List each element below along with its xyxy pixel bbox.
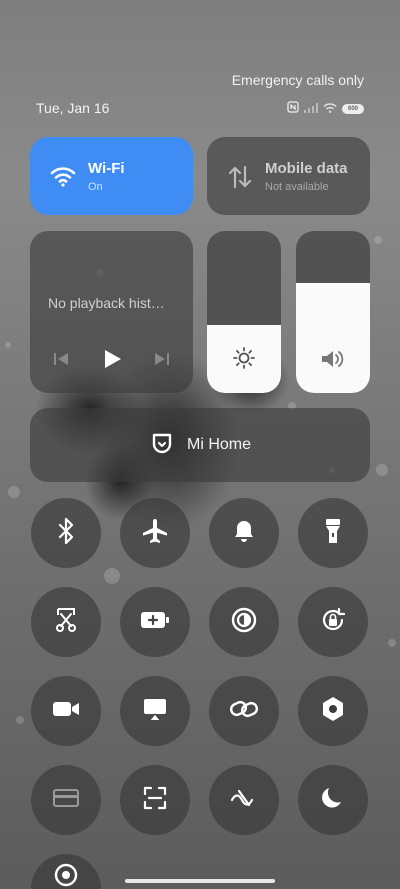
- location-toggle[interactable]: [31, 854, 101, 889]
- data-transfer-icon: [227, 165, 253, 194]
- mi-home-icon: [149, 430, 175, 461]
- wifi-tile[interactable]: Wi-Fi On: [30, 137, 193, 215]
- previous-track-icon[interactable]: [52, 350, 70, 373]
- link-icon: [229, 698, 259, 725]
- location-icon: [52, 861, 80, 889]
- wifi-title: Wi-Fi: [88, 160, 125, 177]
- home-indicator[interactable]: [125, 879, 275, 883]
- speaker-icon: [320, 348, 346, 375]
- cellular-signal-icon: [304, 100, 318, 118]
- battery-saver-icon: [140, 610, 170, 635]
- rotation-lock-icon: [319, 606, 347, 639]
- mobile-data-title: Mobile data: [265, 160, 348, 177]
- media-player-tile[interactable]: No playback hist…: [30, 231, 193, 393]
- flashlight-icon: [322, 517, 344, 550]
- moon-icon: [319, 784, 347, 817]
- status-icons: 600: [287, 100, 364, 118]
- contrast-toggle[interactable]: [209, 587, 279, 657]
- card-icon: [52, 787, 80, 814]
- play-icon[interactable]: [101, 348, 123, 375]
- media-status-text: No playback hist…: [48, 295, 165, 311]
- emergency-calls-text: Emergency calls only: [231, 72, 364, 88]
- mobile-data-status: Not available: [265, 181, 329, 193]
- mi-home-label: Mi Home: [186, 436, 251, 453]
- volume-fill: [296, 282, 370, 393]
- next-track-icon[interactable]: [153, 350, 171, 373]
- wifi-icon: [50, 165, 76, 192]
- card-toggle[interactable]: [31, 765, 101, 835]
- settings-toggle[interactable]: [298, 676, 368, 746]
- wifi-status: On: [88, 181, 103, 193]
- screenshot-toggle[interactable]: [31, 587, 101, 657]
- scissors-screenshot-icon: [53, 606, 79, 639]
- scan-icon: [142, 785, 168, 816]
- nfc-icon: [287, 100, 299, 118]
- bell-icon: [232, 518, 256, 549]
- airplane-mode-toggle[interactable]: [120, 498, 190, 568]
- wifi-signal-icon: [323, 100, 337, 118]
- screen-recorder-toggle[interactable]: [31, 676, 101, 746]
- data-toggle[interactable]: [209, 765, 279, 835]
- no-signal-icon: [229, 787, 259, 814]
- brightness-slider[interactable]: [207, 231, 281, 393]
- mobile-data-tile[interactable]: Mobile data Not available: [207, 137, 370, 215]
- ring-mode-toggle[interactable]: [209, 498, 279, 568]
- dark-mode-toggle[interactable]: [298, 765, 368, 835]
- battery-saver-toggle[interactable]: [120, 587, 190, 657]
- flashlight-toggle[interactable]: [298, 498, 368, 568]
- scanner-toggle[interactable]: [120, 765, 190, 835]
- date-label: Tue, Jan 16: [36, 100, 110, 116]
- volume-slider[interactable]: [296, 231, 370, 393]
- battery-icon: 600: [342, 104, 364, 114]
- video-icon: [51, 699, 81, 724]
- bluetooth-icon: [54, 517, 78, 550]
- link-toggle[interactable]: [209, 676, 279, 746]
- hexagon-settings-icon: [320, 695, 346, 728]
- mi-home-tile[interactable]: Mi Home: [30, 408, 370, 482]
- screen-cast-icon: [141, 696, 169, 727]
- rotation-lock-toggle[interactable]: [298, 587, 368, 657]
- airplane-icon: [141, 517, 169, 550]
- contrast-icon: [230, 606, 258, 639]
- bluetooth-toggle[interactable]: [31, 498, 101, 568]
- sun-icon: [232, 346, 256, 375]
- cast-toggle[interactable]: [120, 676, 190, 746]
